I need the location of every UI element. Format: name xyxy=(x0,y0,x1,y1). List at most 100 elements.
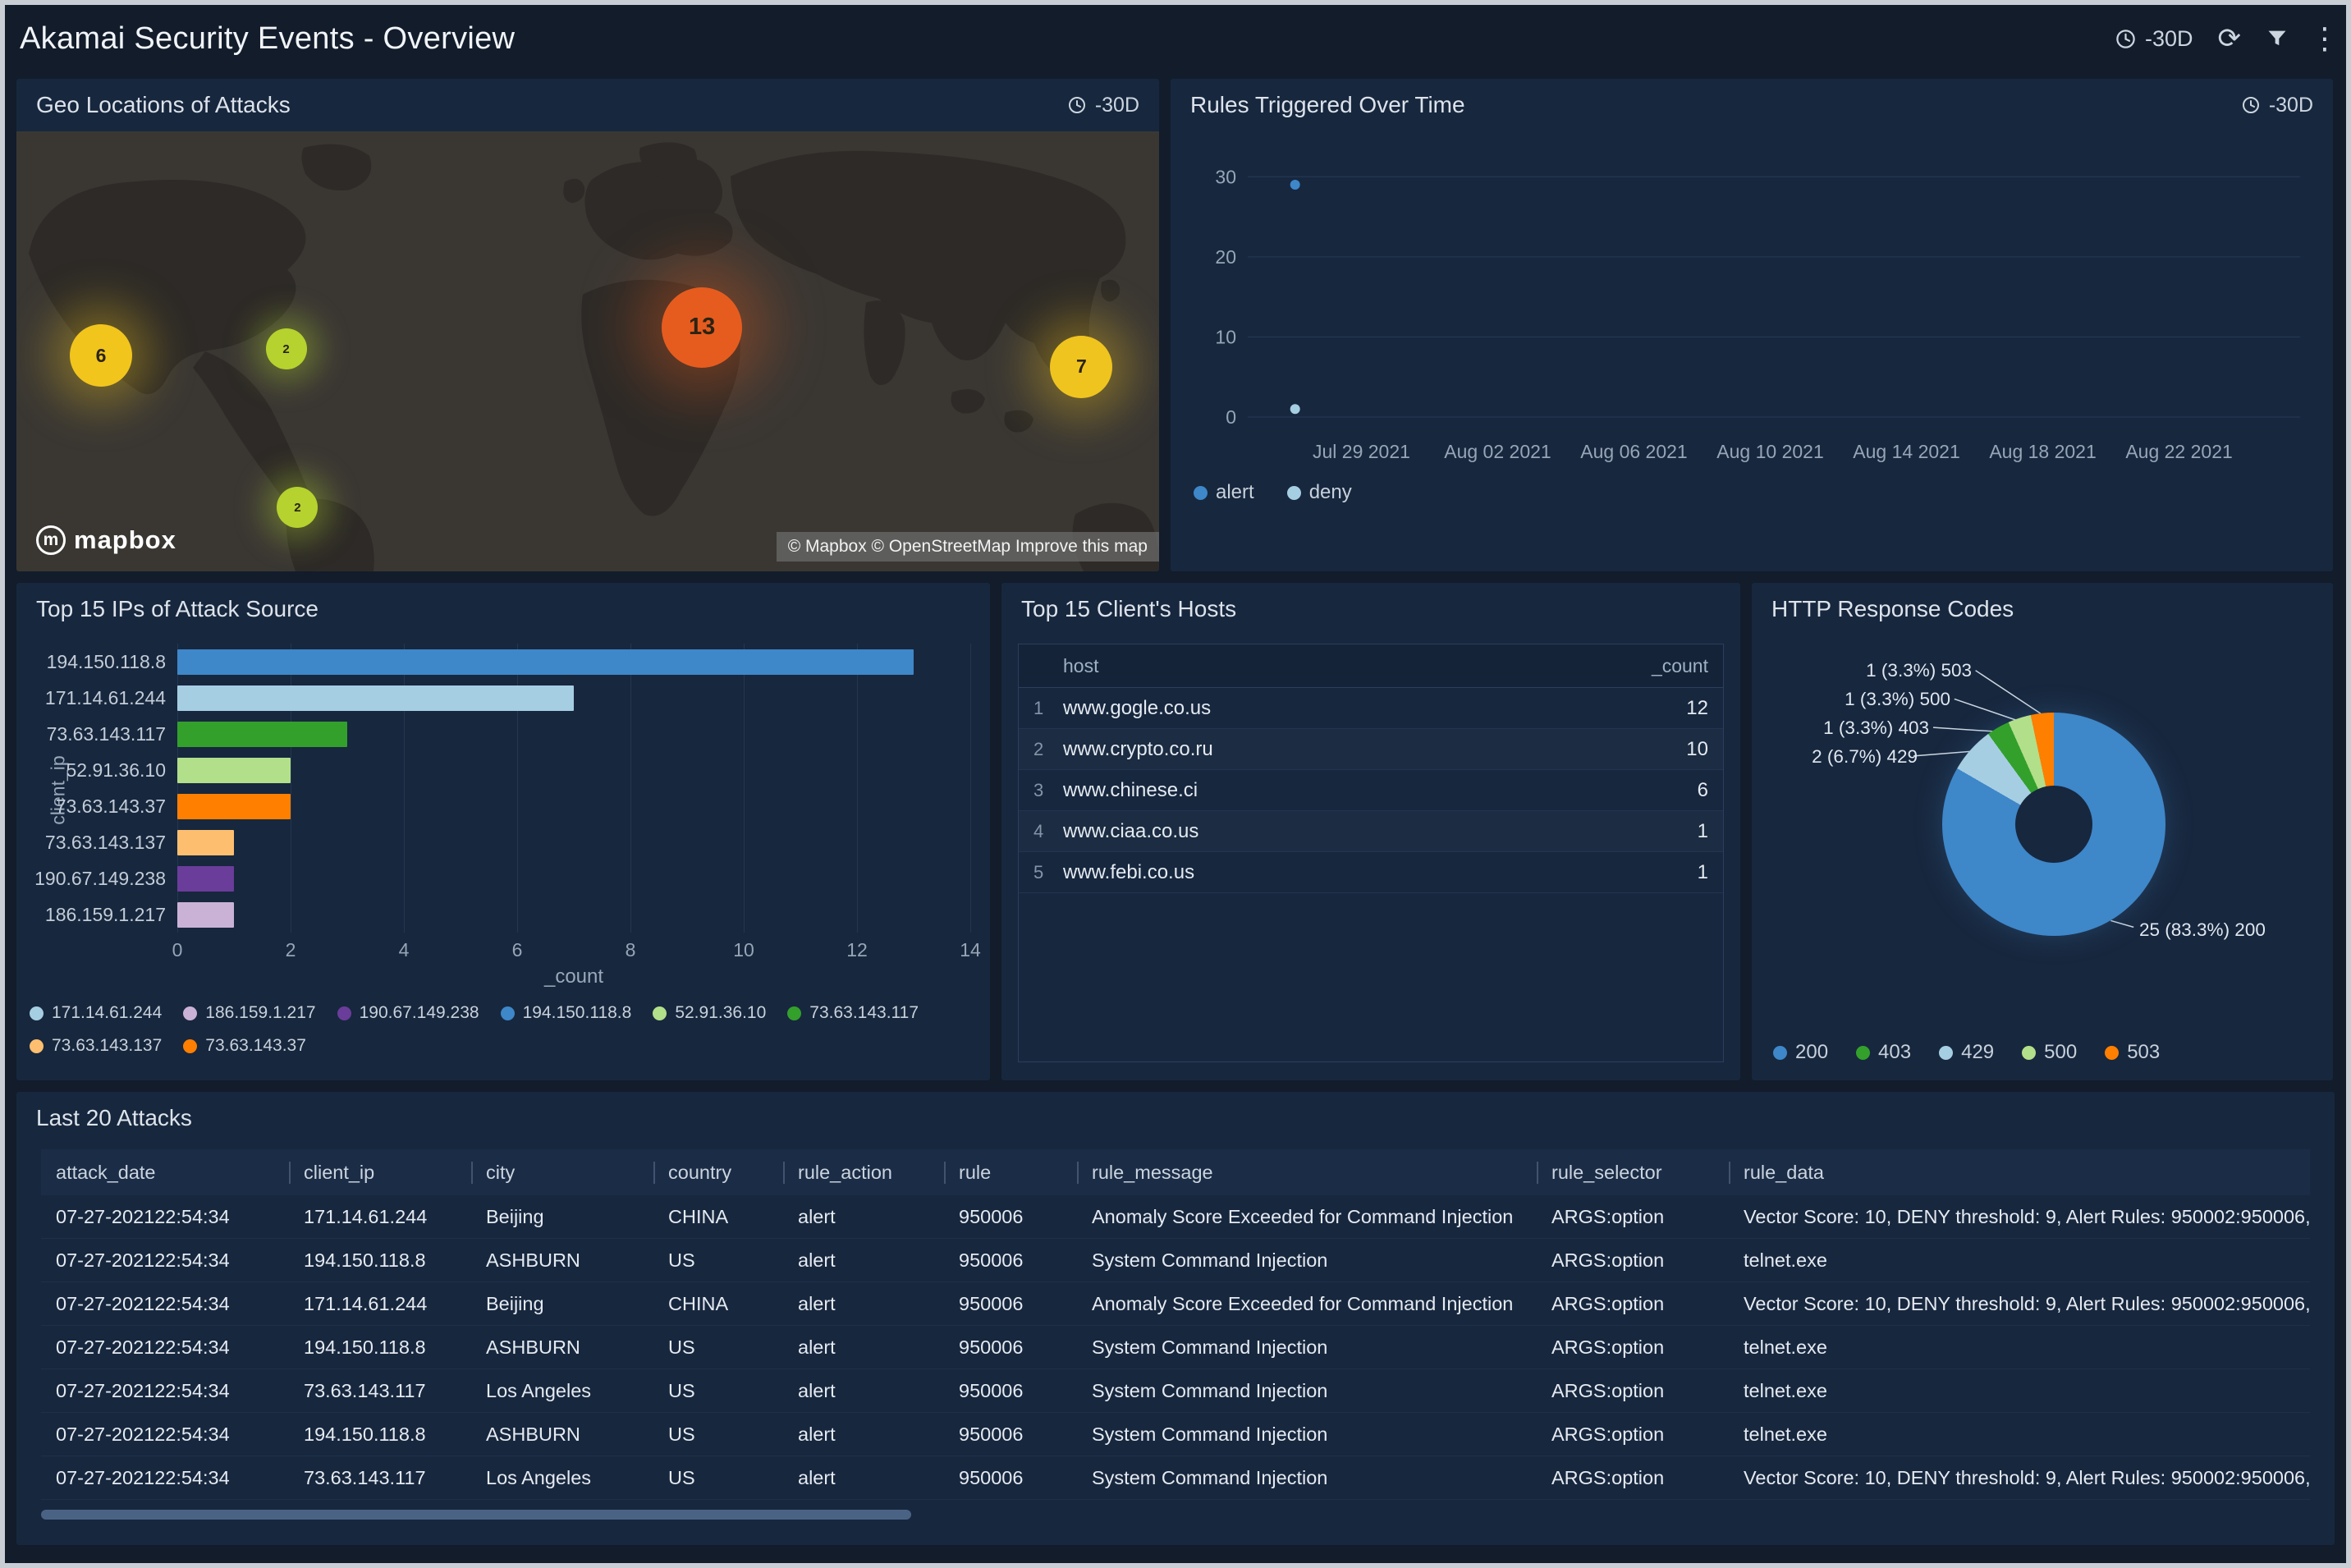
codes-legend: 200 403 429 500 503 xyxy=(1773,1041,2160,1064)
column-header[interactable]: rule_selector xyxy=(1537,1162,1729,1184)
column-header[interactable]: country xyxy=(653,1162,783,1184)
panel-title: Top 15 Client's Hosts xyxy=(1021,596,1237,621)
table-row[interactable]: 07-27-202122:54:34 73.63.143.117 Los Angel… xyxy=(41,1456,2310,1500)
table-cell: 171.14.61.244 xyxy=(304,1205,428,1227)
legend-item[interactable]: 194.150.118.8 xyxy=(500,1003,631,1023)
map-attribution[interactable]: © Mapbox © OpenStreetMap Improve this ma… xyxy=(776,532,1159,562)
legend-item[interactable]: 186.159.1.217 xyxy=(183,1003,316,1023)
legend-item[interactable]: 503 xyxy=(2105,1041,2160,1064)
bar[interactable] xyxy=(177,901,234,928)
legend-label: 73.63.143.37 xyxy=(205,1036,306,1055)
map-bubble[interactable]: 13 xyxy=(662,287,743,368)
clock-icon xyxy=(2116,29,2135,48)
horizontal-scrollbar[interactable] xyxy=(41,1510,2310,1520)
gridline xyxy=(970,644,971,933)
table-cell: telnet.exe xyxy=(1744,1423,1827,1445)
ips-plot: 194.150.118.8 171.14.61.244 73.63.143.117 5… xyxy=(34,644,971,933)
bar[interactable] xyxy=(177,649,914,675)
map-bubble[interactable]: 7 xyxy=(1050,335,1113,398)
row-rank: 4 xyxy=(1033,820,1044,841)
table-cell: 07-27-202122:54:34 xyxy=(56,1292,230,1314)
table-row[interactable]: 07-27-202122:54:34 171.14.61.244 Beijing CH… xyxy=(41,1195,2310,1239)
table-row[interactable]: 3 www.chinese.ci 6 xyxy=(1019,770,1723,811)
bar[interactable] xyxy=(177,685,574,711)
panel-time-range[interactable]: -30D xyxy=(1067,94,1139,117)
legend-item[interactable]: alert xyxy=(1194,481,1254,504)
rules-chart[interactable]: 0 10 20 30 Jul 29 2021 Aug 02 2021 Aug 06 2021… xyxy=(1190,140,2313,471)
bar[interactable] xyxy=(177,757,291,783)
table-cell: ARGS:option xyxy=(1551,1292,1665,1314)
column-header[interactable]: attack_date xyxy=(41,1162,289,1184)
legend-item[interactable]: 52.91.36.10 xyxy=(653,1003,766,1023)
legend-item[interactable]: 403 xyxy=(1856,1041,1911,1064)
time-range-control[interactable]: -30D xyxy=(2115,26,2193,52)
bar[interactable] xyxy=(177,793,291,819)
legend-item[interactable]: 73.63.143.137 xyxy=(30,1036,162,1056)
filter-icon[interactable] xyxy=(2266,27,2289,50)
table-row[interactable]: 2 www.crypto.co.ru 10 xyxy=(1019,729,1723,770)
host-cell: www.chinese.ci xyxy=(1063,778,1198,801)
bar-row: 73.63.143.37 xyxy=(56,788,970,824)
legend-dot xyxy=(183,1006,198,1020)
table-row[interactable]: 07-27-202122:54:34 171.14.61.244 Beijing CH… xyxy=(41,1282,2310,1326)
table-cell: 950006 xyxy=(959,1249,1024,1271)
mapbox-logo[interactable]: m mapbox xyxy=(36,525,176,555)
legend-label: 403 xyxy=(1878,1041,1912,1063)
ips-bars: 194.150.118.8 171.14.61.244 73.63.143.117 5… xyxy=(34,644,970,933)
legend-item[interactable]: 73.63.143.117 xyxy=(787,1003,919,1023)
legend-item[interactable]: 200 xyxy=(1773,1041,1828,1064)
table-row[interactable]: 5 www.febi.co.us 1 xyxy=(1019,852,1723,893)
table-cell: telnet.exe xyxy=(1744,1379,1827,1401)
table-row[interactable]: 07-27-202122:54:34 194.150.118.8 ASHBURN US… xyxy=(41,1413,2310,1456)
table-row[interactable]: 07-27-202122:54:34 194.150.118.8 ASHBURN US… xyxy=(41,1239,2310,1282)
legend-item[interactable]: 171.14.61.244 xyxy=(30,1003,162,1023)
legend-item[interactable]: 73.63.143.37 xyxy=(183,1036,306,1056)
bar-row: 171.14.61.244 xyxy=(45,680,970,716)
table-row[interactable]: 1 www.gogle.co.us 12 xyxy=(1019,688,1723,729)
map-bubble[interactable]: 6 xyxy=(70,324,132,387)
legend-dot xyxy=(1286,485,1301,500)
panel-time-range[interactable]: -30D xyxy=(2241,94,2313,117)
legend-dot xyxy=(337,1006,351,1020)
kebab-menu-icon[interactable]: ⋮ xyxy=(2310,24,2340,53)
legend-label: 503 xyxy=(2127,1041,2161,1063)
column-header[interactable]: rule xyxy=(944,1162,1077,1184)
table-cell: System Command Injection xyxy=(1092,1249,1328,1271)
rules-chart-area: 0 10 20 30 Jul 29 2021 Aug 02 2021 Aug 06 2021… xyxy=(1171,131,2333,504)
map-bubble[interactable]: 2 xyxy=(265,328,307,370)
table-row[interactable]: 07-27-202122:54:34 73.63.143.117 Los Angel… xyxy=(41,1369,2310,1413)
table-row[interactable]: 07-27-202122:54:34 194.150.118.8 ASHBURN US… xyxy=(41,1326,2310,1369)
legend-item[interactable]: 190.67.149.238 xyxy=(337,1003,479,1023)
legend-item[interactable]: 500 xyxy=(2022,1041,2077,1064)
column-header[interactable]: client_ip xyxy=(289,1162,471,1184)
panel-title: HTTP Response Codes xyxy=(1771,596,2014,621)
column-header-count[interactable]: _count xyxy=(1651,655,1708,677)
legend-item[interactable]: 429 xyxy=(1939,1041,1994,1064)
column-header[interactable]: city xyxy=(471,1162,653,1184)
geo-map[interactable]: m mapbox © Mapbox © OpenStreetMap Improv… xyxy=(16,131,1159,571)
refresh-icon[interactable]: ⟳ xyxy=(2218,25,2242,53)
donut-chart[interactable] xyxy=(1942,713,2165,936)
column-header[interactable]: rule_action xyxy=(783,1162,944,1184)
panel-title: Geo Locations of Attacks xyxy=(36,92,291,117)
table-cell: ARGS:option xyxy=(1551,1249,1665,1271)
map-bubble[interactable]: 2 xyxy=(277,487,319,529)
panel-title: Last 20 Attacks xyxy=(36,1105,192,1130)
donut-callout: 1 (3.3%) 500 xyxy=(1845,689,1950,709)
column-header[interactable]: rule_data xyxy=(1729,1162,2310,1184)
table-cell: 950006 xyxy=(959,1205,1024,1227)
panel-header: Last 20 Attacks xyxy=(16,1092,2335,1144)
legend-item[interactable]: deny xyxy=(1286,481,1352,504)
scrollbar-thumb[interactable] xyxy=(41,1510,911,1520)
bar[interactable] xyxy=(177,865,234,892)
bar[interactable] xyxy=(177,829,234,855)
column-header[interactable]: rule_message xyxy=(1077,1162,1537,1184)
bar[interactable] xyxy=(177,721,347,747)
row-rank: 2 xyxy=(1033,738,1044,759)
svg-text:Aug 22 2021: Aug 22 2021 xyxy=(2125,441,2232,462)
x-tick-label: 12 xyxy=(846,939,868,961)
svg-text:0: 0 xyxy=(1226,406,1236,428)
column-header-host[interactable]: host xyxy=(1033,655,1651,677)
hosts-rows: 1 www.gogle.co.us 12 2 www.crypto.co.ru 10 3 ww… xyxy=(1019,688,1723,893)
table-row[interactable]: 4 www.ciaa.co.us 1 xyxy=(1019,811,1723,852)
